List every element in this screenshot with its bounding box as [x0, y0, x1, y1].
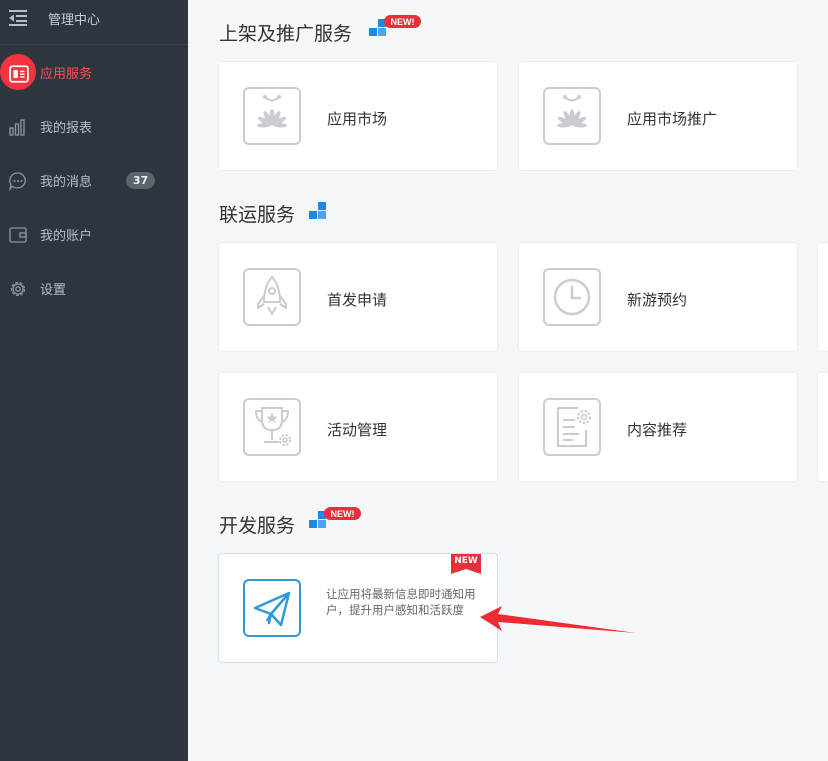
rocket-icon	[257, 275, 287, 317]
card-new-game-reservation[interactable]: 新游预约	[519, 243, 797, 351]
rocket-icon-box	[243, 268, 301, 326]
section-title-dev: 开发服务	[219, 515, 296, 537]
service-block-icon	[309, 202, 326, 219]
section-title-publish: 上架及推广服务	[219, 23, 353, 45]
sidebar-header: 管理中心	[0, 0, 188, 45]
sidebar-item-label: 我的消息	[40, 175, 93, 190]
sidebar-item-settings[interactable]: 设置	[0, 268, 188, 308]
card-push-service[interactable]: 让应用将最新信息即时通知用户，提升用户感知和活跃度 NEW	[219, 554, 497, 662]
sidebar-title: 管理中心	[48, 13, 101, 28]
new-badge-text: NEW!	[391, 17, 415, 27]
card-label: 应用市场	[327, 110, 388, 128]
service-new-icon: NEW!	[309, 507, 361, 528]
card-label: 活动管理	[327, 421, 388, 439]
sidebar: 管理中心 应用服务 我的报表 我的消息 37 我的账户 设置	[0, 0, 188, 761]
unread-count-badge: 37	[126, 172, 155, 189]
sidebar-item-label: 我的报表	[40, 121, 93, 136]
card-label: 应用市场推广	[627, 110, 718, 128]
new-badge-text: NEW!	[331, 509, 355, 519]
card-description: 让应用将最新信息即时通知用户，提升用户感知和活跃度	[326, 587, 476, 617]
document-gear-icon	[557, 407, 591, 447]
paper-plane-icon	[253, 591, 291, 627]
new-ribbon: NEW	[451, 554, 481, 574]
sidebar-item-account[interactable]: 我的账户	[0, 214, 188, 254]
card-content-recommendation[interactable]: 内容推荐	[519, 373, 797, 481]
card-partial[interactable]	[818, 243, 828, 351]
bar-chart-icon	[9, 119, 25, 136]
card-label: 首发申请	[327, 291, 388, 309]
card-app-market-promotion[interactable]: 应用市场推广	[519, 62, 797, 170]
sidebar-item-messages[interactable]: 我的消息 37	[0, 160, 188, 200]
trophy-gear-icon	[254, 407, 291, 446]
sidebar-item-label: 设置	[40, 283, 67, 298]
collapse-menu-icon[interactable]	[9, 9, 29, 27]
wallet-icon	[9, 227, 27, 243]
sidebar-item-app-service[interactable]: 应用服务	[0, 52, 188, 92]
huawei-bag-icon	[557, 95, 587, 128]
message-bubble-icon	[8, 172, 26, 191]
sidebar-item-reports[interactable]: 我的报表	[0, 106, 188, 146]
clock-icon-box	[543, 268, 601, 326]
sidebar-item-label: 应用服务	[40, 67, 93, 82]
paper-plane-icon-box	[243, 579, 301, 637]
gear-icon	[10, 281, 26, 297]
card-activity-management[interactable]: 活动管理	[219, 373, 497, 481]
card-partial[interactable]	[818, 373, 828, 481]
clock-icon	[553, 278, 591, 316]
card-app-market[interactable]: 应用市场	[219, 62, 497, 170]
card-label: 内容推荐	[627, 421, 688, 439]
card-first-launch[interactable]: 首发申请	[219, 243, 497, 351]
document-gear-icon-box	[543, 398, 601, 456]
section-title-joint: 联运服务	[219, 204, 296, 226]
huawei-bag-icon	[257, 95, 287, 128]
huawei-bag-icon-box	[543, 87, 601, 145]
sidebar-item-label: 我的账户	[40, 229, 93, 244]
new-ribbon-text: NEW	[454, 556, 478, 566]
app-service-icon	[9, 65, 29, 83]
service-new-icon: NEW!	[369, 15, 421, 36]
card-label: 新游预约	[627, 291, 688, 309]
annotation-arrow	[480, 606, 636, 633]
huawei-bag-icon-box	[243, 87, 301, 145]
trophy-gear-icon-box	[243, 398, 301, 456]
